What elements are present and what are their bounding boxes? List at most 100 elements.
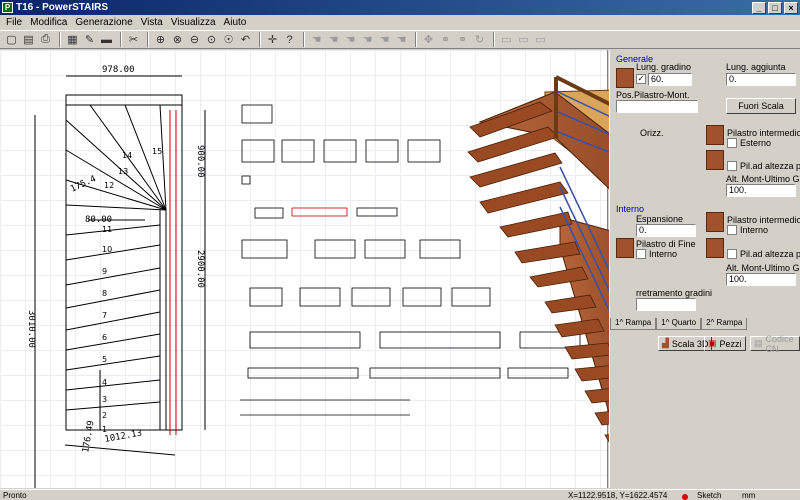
hand-icon[interactable]: ☚ xyxy=(309,32,324,47)
pencil-icon[interactable]: ✎ xyxy=(82,32,97,47)
app-icon: P xyxy=(2,2,13,13)
interno-checkbox[interactable] xyxy=(727,225,737,235)
step-number: 10 xyxy=(102,245,112,254)
step-number: 6 xyxy=(102,333,107,342)
orizz-label: Orizz. xyxy=(640,128,664,138)
dim-bottom-label: 1012.13 xyxy=(104,429,143,445)
interno-group-label: Interno xyxy=(616,204,645,214)
lung-gradino-checkbox[interactable]: ✓ xyxy=(636,74,646,84)
maximize-button[interactable]: □ xyxy=(768,1,782,14)
alt-mont-input-2[interactable]: 100. xyxy=(726,273,796,286)
link2-icon[interactable]: ⚭ xyxy=(455,32,470,47)
link-icon[interactable]: ⚭ xyxy=(438,32,453,47)
codice-cn-label: Codice CN xyxy=(765,333,794,354)
step-number: 11 xyxy=(102,225,112,234)
zoom-minus-icon[interactable]: ⊖ xyxy=(187,32,202,47)
lung-aggiunta-input[interactable]: 0. xyxy=(726,73,796,86)
pilastro-altezza-icon xyxy=(706,150,724,170)
arretramento-input[interactable] xyxy=(636,298,696,311)
move-icon[interactable]: ✥ xyxy=(421,32,436,47)
dim-175-label: 175.4 xyxy=(69,174,98,195)
pan-icon[interactable]: ☉ xyxy=(221,32,236,47)
stair-plan xyxy=(34,75,206,488)
status-coordinates: X=1122.9518, Y=1622.4574 xyxy=(568,491,668,500)
tab-1-rampa[interactable]: 1^ Rampa xyxy=(610,318,657,330)
step-number: 1 xyxy=(102,425,107,434)
pilastro-intermedio-label-2: Pilastro intermedio xyxy=(727,215,800,225)
zoom-in-icon[interactable]: ⊕ xyxy=(153,32,168,47)
page2-icon[interactable]: ▭ xyxy=(516,32,531,47)
dim-left-label: 3010.00 xyxy=(26,310,36,348)
cross-icon[interactable]: ✛ xyxy=(265,32,280,47)
pilastro-intermedio-icon-2 xyxy=(706,212,724,232)
menu-visualizza[interactable]: Visualizza xyxy=(167,17,220,28)
step-number: 14 xyxy=(122,151,132,160)
stair-step-icon xyxy=(616,68,634,88)
menu-modifica[interactable]: Modifica xyxy=(26,17,71,28)
status-mode: Sketch xyxy=(697,491,722,500)
espansione-input[interactable]: 0. xyxy=(636,224,696,237)
alt-mont-input-1[interactable]: 100. xyxy=(726,184,796,197)
page-icon[interactable]: ▭ xyxy=(499,32,514,47)
toolbar-separator xyxy=(493,32,495,47)
tape-icon[interactable]: ▬ xyxy=(99,32,114,47)
menu-aiuto[interactable]: Aiuto xyxy=(220,17,251,28)
status-red-dot-icon xyxy=(682,492,688,500)
pil-altezza-label-1: Pil.ad altezza piana xyxy=(740,161,800,171)
toolbar-separator xyxy=(303,32,305,47)
step-number: 12 xyxy=(104,181,114,190)
dim-inner-label: 900.00 xyxy=(195,145,205,178)
close-button[interactable]: × xyxy=(784,1,798,14)
scala-3d-label: Scala 3D xyxy=(671,338,709,349)
pos-pilastro-label: Pos.Pilastro-Mont. xyxy=(616,90,690,100)
hand-icon[interactable]: ☚ xyxy=(377,32,392,47)
menu-vista[interactable]: Vista xyxy=(137,17,167,28)
step-number: 5 xyxy=(102,355,107,364)
interno-fine-checkbox[interactable] xyxy=(636,249,646,259)
alt-mont-label-1: Alt. Mont-Ultimo Grd xyxy=(726,174,800,184)
hand-icon[interactable]: ☚ xyxy=(394,32,409,47)
new-icon[interactable]: ▢ xyxy=(4,32,19,47)
zoom-window-icon[interactable]: ⊙ xyxy=(204,32,219,47)
pilastro-intermedio-label-1: Pilastro intermedio xyxy=(727,128,800,138)
stair-icon: ▟ xyxy=(662,338,669,348)
tab-2-rampa[interactable]: 2^ Rampa xyxy=(701,318,748,330)
codice-cn-button[interactable]: ▤ Codice CN xyxy=(750,333,800,354)
pil-altezza-checkbox-2[interactable] xyxy=(727,249,737,259)
hand-icon[interactable]: ☚ xyxy=(343,32,358,47)
zoom-out-icon[interactable]: ⊗ xyxy=(170,32,185,47)
save-icon[interactable]: ▦ xyxy=(65,32,80,47)
dim-top-label: 978.00 xyxy=(102,65,135,75)
esterno-checkbox[interactable] xyxy=(727,138,737,148)
pos-pilastro-select[interactable] xyxy=(616,100,698,113)
rotate-icon[interactable]: ↻ xyxy=(472,32,487,47)
step-number: 2 xyxy=(102,411,107,420)
open-icon[interactable]: ▤ xyxy=(21,32,36,47)
pil-altezza-checkbox-1[interactable] xyxy=(727,161,737,171)
alt-mont-label-2: Alt. Mont-Ultimo Grd xyxy=(726,263,800,273)
pezzi-button[interactable]: ▣ Pezzi xyxy=(704,336,746,351)
menu-generazione[interactable]: Generazione xyxy=(71,17,136,28)
pil-altezza-icon-2 xyxy=(706,238,724,258)
tab-1-quarto[interactable]: 1^ Quarto xyxy=(656,318,702,330)
fuori-scala-button[interactable]: Fuori Scala xyxy=(726,98,796,114)
pil-altezza-label-2: Pil.ad altezza piana xyxy=(740,249,800,259)
menu-file[interactable]: File xyxy=(2,17,26,28)
interno-check-label: Interno xyxy=(740,225,769,235)
lung-gradino-input[interactable]: 60. xyxy=(648,73,692,86)
hand-icon[interactable]: ☚ xyxy=(360,32,375,47)
minimize-button[interactable]: _ xyxy=(752,1,766,14)
back-icon[interactable]: ↶ xyxy=(238,32,253,47)
print-icon[interactable]: ⎙ xyxy=(38,32,53,47)
step-number: 4 xyxy=(102,378,107,387)
query-icon[interactable]: ? xyxy=(282,32,297,47)
step-number: 7 xyxy=(102,311,107,320)
dim-right-label: 2900.00 xyxy=(195,250,205,288)
toolbar-separator xyxy=(259,32,261,47)
hand-icon[interactable]: ☚ xyxy=(326,32,341,47)
page3-icon[interactable]: ▭ xyxy=(533,32,548,47)
status-ready: Pronto xyxy=(3,491,27,500)
cut-icon[interactable]: ✂ xyxy=(126,32,141,47)
esterno-label: Esterno xyxy=(740,138,772,148)
interno-fine-label: Interno xyxy=(649,249,678,259)
